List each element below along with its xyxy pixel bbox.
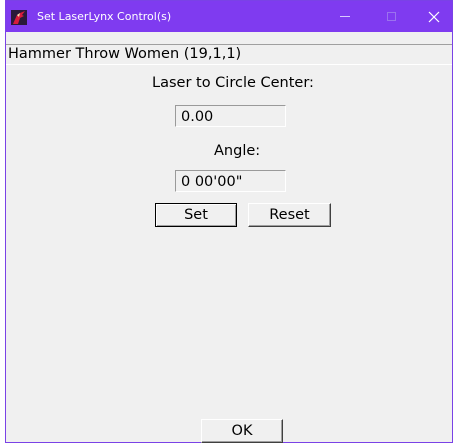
set-laserlynx-dialog: Set LaserLynx Control(s) Hammer Throw Wo…	[5, 0, 453, 443]
distance-field[interactable]	[175, 105, 286, 127]
event-heading: Hammer Throw Women (19,1,1)	[6, 44, 452, 65]
distance-label: Laser to Circle Center:	[152, 75, 314, 91]
minimize-icon	[340, 16, 350, 17]
window-title: Set LaserLynx Control(s)	[37, 10, 172, 23]
angle-field[interactable]	[175, 170, 286, 192]
angle-label: Angle:	[214, 143, 261, 159]
ok-button[interactable]: OK	[201, 419, 283, 443]
close-button[interactable]	[411, 1, 457, 32]
laserlynx-app-icon	[11, 10, 27, 25]
close-icon	[428, 11, 440, 22]
minimize-button[interactable]	[322, 1, 368, 32]
reset-button[interactable]: Reset	[248, 203, 331, 227]
maximize-button[interactable]	[368, 1, 414, 32]
set-button[interactable]: Set	[155, 203, 237, 227]
maximize-icon	[386, 12, 396, 21]
title-bar[interactable]: Set LaserLynx Control(s)	[6, 1, 452, 32]
